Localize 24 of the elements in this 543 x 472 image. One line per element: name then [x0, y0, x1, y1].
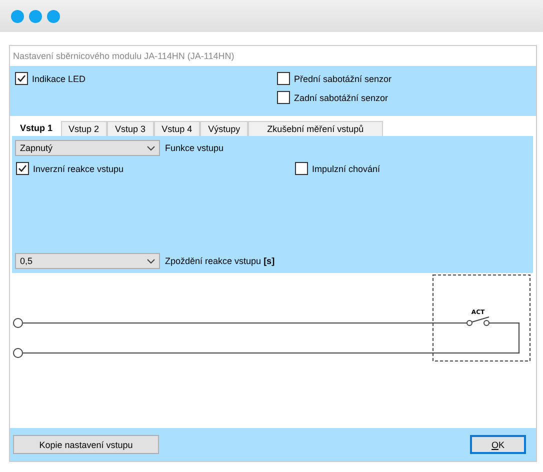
checkbox[interactable]: [16, 162, 29, 175]
checkbox-label: Indikace LED: [32, 74, 86, 84]
tab[interactable]: Zkušební měření vstupů: [248, 121, 383, 136]
ok-button[interactable]: OK: [470, 435, 526, 454]
checkbox[interactable]: [294, 162, 308, 175]
window-title: Nastavení sběrnicového modulu JA-114HN (JA-114HN): [12, 50, 236, 63]
field-label: Funkce vstupu: [165, 143, 224, 153]
checkbox[interactable]: [15, 72, 28, 85]
field-label: Zpoždění reakce vstupu [s]: [165, 256, 275, 266]
tab[interactable]: Výstupy: [200, 121, 248, 136]
checkbox[interactable]: [277, 91, 290, 104]
checkbox-label: Impulzní chování: [312, 164, 380, 174]
checkbox-label: Zadní sabotážní senzor: [294, 92, 388, 102]
tab[interactable]: Vstup 3: [107, 121, 154, 136]
checkbox[interactable]: [277, 72, 290, 85]
checkbox-label: Přední sabotážní senzor: [294, 74, 392, 84]
chevron-icon: [147, 258, 155, 264]
dropdown[interactable]: 0,5: [15, 253, 160, 269]
checkbox-label: Inverzní reakce vstupu: [33, 164, 124, 174]
tab[interactable]: Vstup 4: [154, 121, 200, 136]
dropdown[interactable]: Zapnutý: [15, 140, 160, 156]
tab[interactable]: Vstup 2: [60, 121, 108, 136]
copy-settings-button[interactable]: Kopie nastavení vstupu: [13, 435, 159, 454]
chevron-icon: [147, 146, 155, 150]
